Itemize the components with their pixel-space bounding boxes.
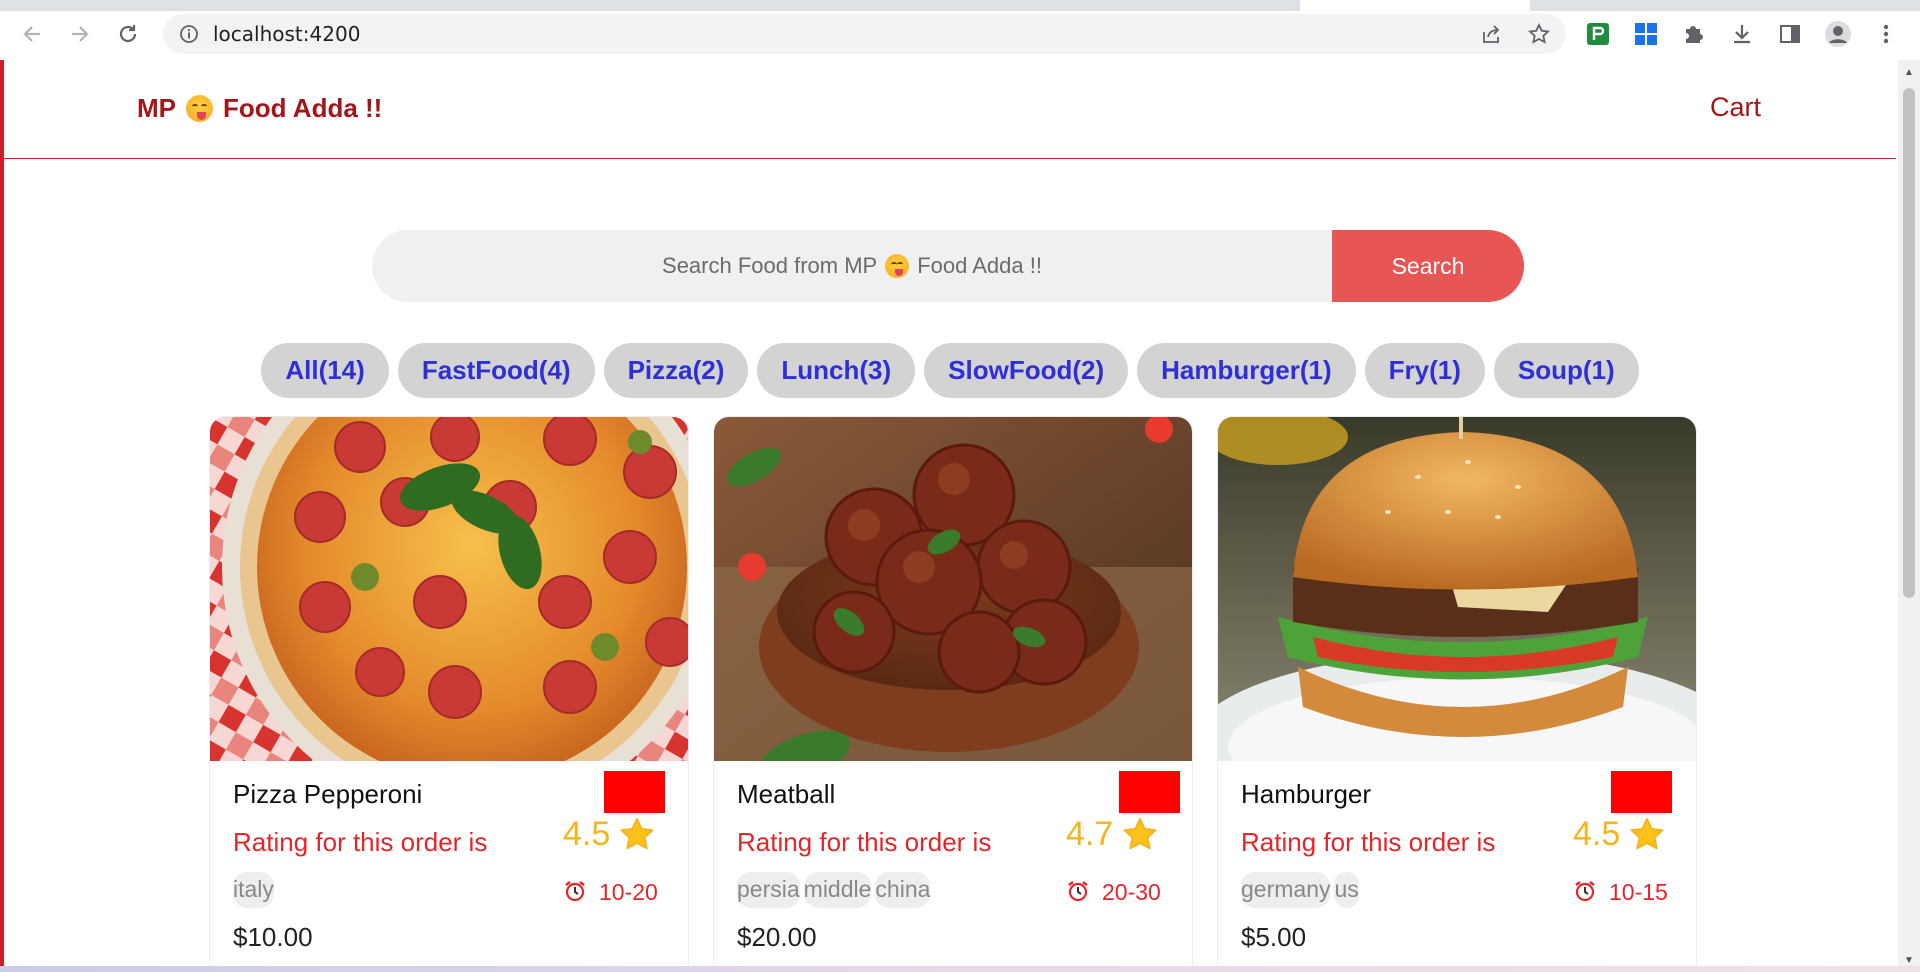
tag-lunch[interactable]: Lunch(3): [757, 343, 916, 398]
rating-label: Rating for this order is: [737, 827, 992, 857]
search-placeholder-right: Food Adda !!: [917, 253, 1042, 278]
cook-time: 20-30: [1102, 879, 1161, 905]
food-name: Meatball: [737, 779, 836, 809]
food-card-pizza-pepperoni[interactable]: Pizza Pepperoni Rating for this order is…: [209, 416, 689, 972]
page-content: MP Food Adda !! Cart Search Food from MP…: [0, 60, 1920, 972]
extensions-puzzle-icon[interactable]: [1678, 18, 1710, 50]
reload-icon[interactable]: [112, 18, 144, 50]
site-info-icon[interactable]: [179, 24, 199, 44]
site-header: MP Food Adda !! Cart: [4, 60, 1896, 159]
profile-avatar-icon[interactable]: [1822, 18, 1854, 50]
search-placeholder-left: Search Food from MP: [662, 253, 878, 278]
rating-value: 4.5: [1573, 815, 1621, 853]
tag-all[interactable]: All(14): [261, 343, 389, 398]
share-icon[interactable]: [1475, 14, 1507, 54]
bookmark-star-icon[interactable]: [1523, 14, 1555, 54]
tag-fry[interactable]: Fry(1): [1364, 343, 1485, 398]
extension-windows-icon[interactable]: [1630, 18, 1662, 50]
yum-emoji-icon: [186, 95, 213, 122]
taskbar-edge: [0, 966, 1920, 972]
favorite-icon[interactable]: [1611, 771, 1672, 813]
food-price: $20.00: [737, 922, 817, 952]
back-icon[interactable]: [16, 18, 48, 50]
tag-pizza[interactable]: Pizza(2): [603, 343, 749, 398]
side-panel-icon[interactable]: [1774, 18, 1806, 50]
tag-slowfood[interactable]: SlowFood(2): [924, 343, 1129, 398]
food-name: Hamburger: [1241, 779, 1372, 809]
site-logo-link[interactable]: MP Food Adda !!: [137, 93, 382, 124]
scroll-up-icon[interactable]: ▲: [1903, 66, 1915, 78]
food-price: $5.00: [1241, 922, 1307, 952]
star-icon: [620, 818, 654, 850]
cook-time: 10-20: [599, 879, 658, 905]
origin-tag: italy: [233, 872, 274, 908]
cart-link[interactable]: Cart: [1710, 92, 1761, 123]
extension-green-icon[interactable]: [1582, 18, 1614, 50]
active-tab[interactable]: [1300, 0, 1530, 11]
scrollbar-thumb[interactable]: [1903, 88, 1915, 598]
tag-filter-bar: All(14) FastFood(4) Pizza(2) Lunch(3) Sl…: [4, 343, 1896, 399]
star-icon: [1123, 818, 1157, 850]
rating-label: Rating for this order is: [1241, 827, 1496, 857]
yum-emoji-icon: [885, 254, 910, 278]
address-bar[interactable]: localhost:4200: [163, 14, 1566, 54]
rating-value: 4.7: [1066, 815, 1114, 853]
url-text: localhost:4200: [213, 22, 361, 46]
tag-soup[interactable]: Soup(1): [1493, 343, 1639, 398]
origin-tag: middle: [803, 872, 872, 908]
alarm-clock-icon: [565, 881, 585, 902]
page-scrollbar[interactable]: ▲ ▼: [1898, 60, 1920, 972]
browser-toolbar: localhost:4200: [0, 0, 1920, 60]
alarm-clock-icon: [1575, 881, 1595, 902]
cook-time: 10-15: [1609, 879, 1668, 905]
search-button[interactable]: Search: [1332, 230, 1524, 302]
star-icon: [1630, 818, 1664, 850]
meatball-image: [714, 417, 1192, 761]
origins-list: germany us: [1241, 872, 1359, 908]
tab-strip: [0, 0, 1920, 11]
pizza-image: [210, 417, 688, 761]
favorite-icon[interactable]: [1119, 771, 1180, 813]
favorite-icon[interactable]: [604, 771, 665, 813]
search-input[interactable]: Search Food from MP Food Adda !!: [372, 230, 1332, 302]
origin-tag: china: [875, 872, 931, 908]
food-price: $10.00: [233, 922, 313, 952]
logo-text-left: MP: [137, 93, 176, 123]
food-list: Pizza Pepperoni Rating for this order is…: [209, 416, 1697, 972]
tag-fastfood[interactable]: FastFood(4): [397, 343, 595, 398]
logo-text-right: Food Adda !!: [223, 93, 383, 123]
food-card-meatball[interactable]: Meatball Rating for this order is 4.7 pe…: [713, 416, 1193, 972]
food-card-hamburger[interactable]: Hamburger Rating for this order is 4.5 g…: [1217, 416, 1697, 972]
more-menu-icon[interactable]: [1870, 18, 1902, 50]
food-name: Pizza Pepperoni: [233, 779, 423, 809]
origins-list: italy: [233, 872, 274, 908]
rating-value: 4.5: [563, 815, 611, 853]
origin-tag: persia: [737, 872, 800, 908]
alarm-clock-icon: [1068, 881, 1088, 902]
hamburger-image: [1218, 417, 1696, 761]
forward-icon[interactable]: [64, 18, 96, 50]
origin-tag: us: [1334, 872, 1359, 908]
tag-hamburger[interactable]: Hamburger(1): [1137, 343, 1356, 398]
search-bar: Search Food from MP Food Adda !! Search: [372, 230, 1524, 302]
origins-list: persia middle china: [737, 872, 931, 908]
download-icon[interactable]: [1726, 18, 1758, 50]
rating-label: Rating for this order is: [233, 827, 488, 857]
origin-tag: germany: [1241, 872, 1331, 908]
scroll-down-icon[interactable]: ▼: [1903, 954, 1915, 966]
